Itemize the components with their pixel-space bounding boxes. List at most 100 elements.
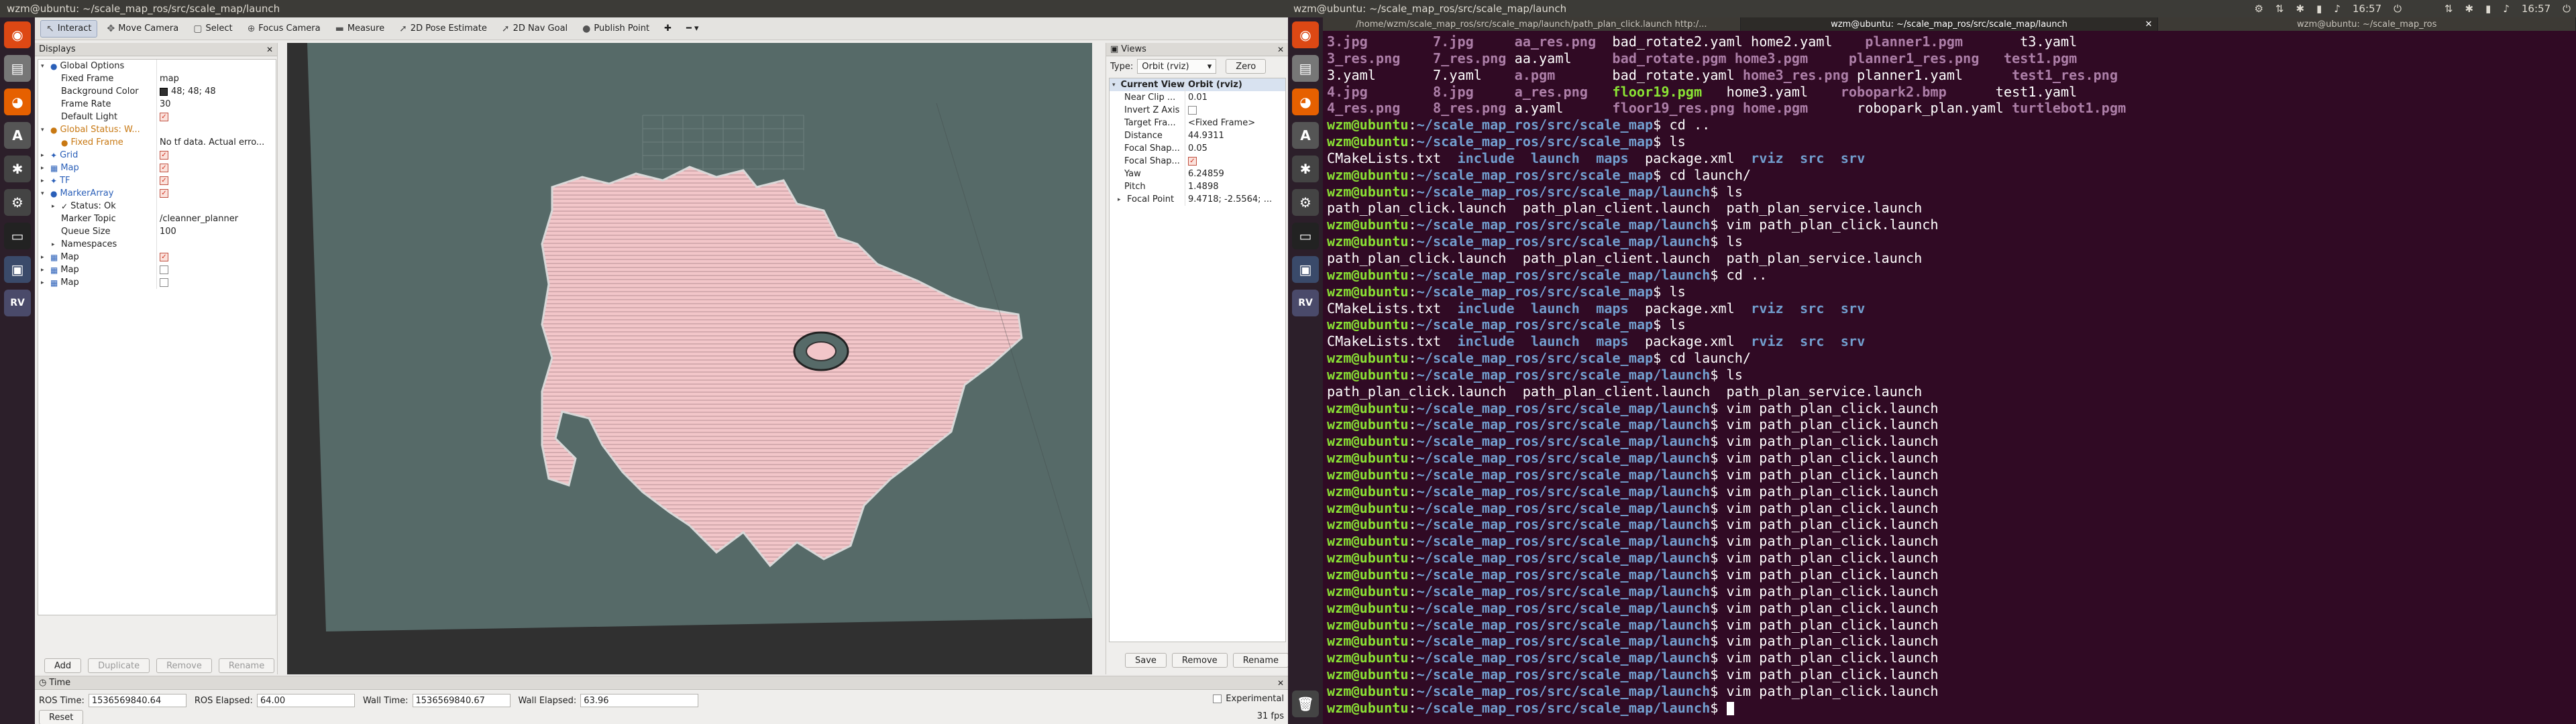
tool-interact[interactable]: ↖ Interact [40, 19, 98, 38]
tool-measure[interactable]: ▬ Measure [330, 20, 390, 38]
enable-checkbox[interactable] [160, 278, 168, 287]
rviz-icon[interactable]: ✱ [4, 156, 31, 182]
expand-arrow-icon[interactable]: ▸ [41, 280, 48, 286]
close-tab-icon[interactable]: ✕ [2145, 19, 2152, 29]
display-tree-row[interactable]: ▸ ▦ Map ✓ [38, 162, 276, 174]
display-tree-row[interactable]: ▸ ✦ TF ✓ [38, 174, 276, 187]
tool-select[interactable]: ▢ Select [188, 20, 237, 38]
view-value[interactable]: 0.01 [1185, 91, 1285, 104]
view-tree-row[interactable]: Focal Shap... 0.05 [1110, 142, 1285, 155]
terminal-cursor[interactable] [1726, 702, 1734, 716]
view-tree-row[interactable]: Focal Shap... ✓ [1110, 155, 1285, 168]
view-tree-row[interactable]: Near Clip ... 0.01 [1110, 91, 1285, 104]
view-tree-row[interactable]: Distance 44.9311 [1110, 129, 1285, 142]
view-tree-row[interactable]: Pitch 1.4898 [1110, 180, 1285, 193]
display-tree-row[interactable]: ▸ ▦ Map [38, 276, 276, 289]
rviz-icon[interactable]: ✱ [1292, 156, 1319, 182]
tool-focus-camera[interactable]: ⊕ Focus Camera [242, 20, 326, 38]
enable-checkbox[interactable]: ✓ [160, 113, 168, 121]
view-value[interactable]: 44.9311 [1185, 129, 1285, 142]
display-value[interactable]: ✓ [156, 187, 274, 200]
display-value[interactable]: ✓ [156, 251, 274, 263]
terminal-tab[interactable]: wzm@ubuntu: ~/scale_map_ros [2158, 17, 2576, 31]
view-tree-row[interactable]: Invert Z Axis [1110, 104, 1285, 117]
display-value[interactable] [156, 263, 274, 276]
expand-arrow-icon[interactable]: ▸ [1118, 196, 1124, 203]
terminal-output[interactable]: 3.jpg 7.jpg aa_res.png bad_rotate2.yaml … [1323, 34, 2576, 724]
expand-arrow-icon[interactable]: ▾ [41, 63, 48, 70]
reset-button[interactable]: Reset [39, 710, 84, 724]
add-display-button[interactable]: Add [44, 658, 82, 673]
display-tree-row[interactable]: ● Fixed Frame No tf data. Actual erro... [38, 136, 276, 149]
expand-arrow-icon[interactable]: ▸ [41, 152, 48, 159]
display-tree-row[interactable]: Frame Rate 30 [38, 98, 276, 111]
trash-icon[interactable]: 🗑 [1292, 690, 1319, 717]
close-icon[interactable]: ✕ [1277, 45, 1284, 54]
view-tree[interactable]: ▾ Current View Orbit (rviz) Near Clip ... 0.… [1109, 78, 1286, 642]
display-value[interactable]: ✓ [156, 162, 274, 174]
display-value[interactable]: /cleanner_planner [156, 213, 274, 225]
settings-icon[interactable]: ⚙ [2254, 3, 2263, 15]
view-value[interactable] [1185, 104, 1285, 117]
rename-view-button[interactable]: Rename [1232, 653, 1289, 668]
firefox-icon[interactable]: ◕ [4, 88, 31, 115]
enable-checkbox[interactable]: ✓ [160, 189, 168, 198]
view-tree-row[interactable]: Target Fra... <Fixed Frame> [1110, 117, 1285, 129]
view-tree-row[interactable]: Yaw 6.24859 [1110, 168, 1285, 180]
display-value[interactable] [156, 200, 274, 213]
wall-time-field[interactable]: 1536569840.67 [412, 694, 511, 707]
display-value[interactable]: map [156, 72, 274, 85]
remove-tool-icon[interactable]: ━ ▾ [681, 20, 704, 38]
expand-arrow-icon[interactable]: ▾ [41, 190, 48, 197]
display-value[interactable]: 100 [156, 225, 274, 238]
terminal-window[interactable]: /home/wzm/scale_map_ros/src/scale_map/la… [1323, 17, 2576, 724]
display-tree-row[interactable]: ▸ ✓ Status: Ok [38, 200, 276, 213]
view-value[interactable]: 0.05 [1185, 142, 1285, 155]
software-icon[interactable]: A [1292, 122, 1319, 149]
ubuntu-dash-icon[interactable]: ◉ [1292, 21, 1319, 48]
view-value[interactable]: 9.4718; -2.5564; ... [1185, 193, 1285, 206]
remove-view-button[interactable]: Remove [1171, 653, 1228, 668]
system-tray-right[interactable]: ⇅ ✱ ▮ ♪ 16:57 ⏻ [2445, 0, 2571, 17]
zero-button[interactable]: Zero [1226, 59, 1267, 74]
expand-arrow-icon[interactable]: ▾ [41, 127, 48, 133]
display-tree-row[interactable]: ▾ ● Global Status: W... [38, 123, 276, 136]
terminal-tab[interactable]: wzm@ubuntu: ~/scale_map_ros/src/scale_ma… [1740, 17, 2159, 31]
settings-app-icon[interactable]: ⚙ [4, 189, 31, 216]
close-icon[interactable]: ✕ [1277, 678, 1284, 688]
battery-icon[interactable]: ▮ [2316, 3, 2322, 15]
display-value[interactable]: ✓ [156, 174, 274, 187]
3d-view[interactable] [287, 43, 1092, 674]
display-tree-row[interactable]: ▾ ● MarkerArray ✓ [38, 187, 276, 200]
map-render[interactable] [287, 43, 1092, 674]
volume-icon[interactable]: ♪ [2334, 3, 2341, 15]
power-icon-2[interactable]: ⏻ [2563, 3, 2571, 15]
expand-arrow-icon[interactable]: ▸ [41, 267, 48, 274]
rqt-icon[interactable]: ▣ [4, 256, 31, 283]
display-tree-row[interactable]: Default Light ✓ [38, 111, 276, 123]
duplicate-display-button[interactable]: Duplicate [88, 658, 150, 673]
tool-publish-point[interactable]: ● Publish Point [577, 20, 655, 38]
add-tool-icon[interactable]: ✚ [659, 20, 677, 38]
terminal-tab[interactable]: /home/wzm/scale_map_ros/src/scale_map/la… [1323, 17, 1741, 31]
view-tree-row[interactable]: ▾ Current View Orbit (rviz) [1110, 78, 1285, 91]
display-value[interactable] [156, 276, 274, 289]
close-icon[interactable]: ✕ [266, 45, 273, 54]
rv-icon[interactable]: RV [4, 290, 31, 316]
display-tree[interactable]: ▾ ● Global Options Fixed Frame map Background… [38, 59, 276, 615]
view-type-select[interactable]: Orbit (rviz) ▾ [1137, 59, 1217, 74]
expand-arrow-icon[interactable]: ▸ [41, 178, 48, 184]
enable-checkbox[interactable]: ✓ [160, 151, 168, 160]
settings-app-icon[interactable]: ⚙ [1292, 189, 1319, 216]
enable-checkbox[interactable]: ✓ [160, 253, 168, 261]
expand-arrow-icon[interactable]: ▾ [1112, 82, 1118, 88]
ros-elapsed-field[interactable]: 64.00 [256, 694, 355, 707]
remove-display-button[interactable]: Remove [156, 658, 212, 673]
display-tree-row[interactable]: ▸ ▦ Map ✓ [38, 251, 276, 263]
tool-move-camera[interactable]: ✥ Move Camera [101, 20, 184, 38]
display-tree-row[interactable]: ▸ Namespaces [38, 238, 276, 251]
display-value[interactable]: 48; 48; 48 [156, 85, 274, 98]
bluetooth-icon[interactable]: ✱ [2296, 3, 2304, 15]
power-icon[interactable]: ⏻ [2394, 3, 2402, 15]
save-view-button[interactable]: Save [1125, 653, 1167, 668]
